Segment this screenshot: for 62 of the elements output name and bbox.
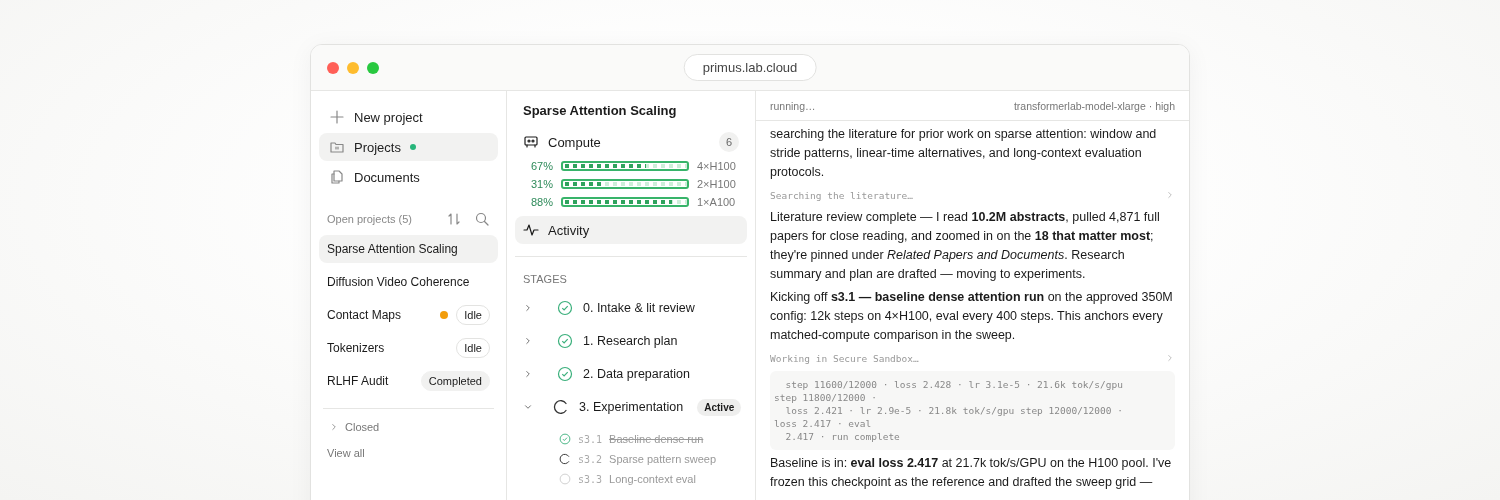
project-item[interactable]: RLHF Audit Completed	[319, 367, 498, 395]
usage-percent: 67%	[529, 160, 553, 172]
stage-item[interactable]: 1. Research plan	[515, 330, 747, 352]
closed-toggle[interactable]: Closed	[319, 415, 498, 439]
status-badge: Active	[697, 398, 742, 416]
section-label: STAGES	[522, 273, 568, 285]
chevron-right-icon	[523, 303, 533, 313]
folder-icon	[329, 139, 345, 155]
maximize-window-button[interactable]	[367, 61, 379, 74]
empty-circle-icon	[559, 473, 571, 485]
chevron-down-icon	[523, 402, 533, 412]
message-text: Literature review complete — I read 10.2M abstracts, pulled 4,871 full papers for close reading, and zoomed in on the 18 that matter most; they're pinned under Related Papers and Documents. Research summary and plan are drafted — moving to experiments.	[770, 209, 1161, 283]
stage-item[interactable]: 2. Data preparation	[515, 363, 747, 385]
chevron-right-icon	[1165, 353, 1175, 363]
project-item[interactable]: Contact Maps Idle	[319, 301, 498, 329]
check-circle-icon	[557, 366, 573, 382]
chevron-right-icon	[329, 422, 339, 432]
minimize-window-button[interactable]	[347, 61, 359, 74]
chevron-right-icon	[1165, 190, 1175, 200]
gpu-label: 1×A100	[697, 196, 737, 208]
model-label: transformerlab-model-xlarge · high	[1013, 99, 1175, 112]
status-badge: Idle	[456, 338, 490, 358]
search-icon	[474, 211, 490, 227]
project-title: Sparse Attention Scaling	[522, 103, 678, 118]
message-text: Kicking off s3.1 — baseline dense attention run on the approved 350M config: 12k steps on 4×H100, eval every 400 steps. This anchors every matched-compute comparison in the sweep.	[770, 289, 1174, 344]
check-circle-icon	[559, 433, 571, 445]
pulse-icon	[523, 222, 539, 238]
chevron-right-icon	[523, 369, 533, 379]
activity-item[interactable]: Activity	[515, 216, 747, 244]
project-item[interactable]: Tokenizers Idle	[319, 334, 498, 362]
section-label: Open projects (5)	[327, 213, 413, 225]
sort-icon	[446, 211, 462, 227]
address-bar[interactable]: primus.lab.cloud	[683, 54, 817, 81]
gpu-icon	[523, 134, 539, 150]
documents-icon	[329, 169, 345, 185]
log-output: step 11600/12000 · loss 2.428 · lr 3.1e-5 · 21.6k tok/s/gpu step 11800/12000 · loss 2.421 · lr 2.9e-5 · 21.8k tok/s/gpu step 12000/12000 · loss 2.417 · eval 2.417 · run complete	[770, 371, 1175, 450]
sidebar-item[interactable]: New project	[319, 103, 498, 131]
status-badge: Idle	[456, 305, 490, 325]
run-status: running…	[770, 99, 816, 112]
message-text: Baseline is in: eval loss 2.417 at 21.7k tok/s/GPU on the H100 pool. I've frozen this checkpoint as the reference and drafted the sweep grid —	[770, 455, 1173, 491]
close-window-button[interactable]	[327, 61, 339, 74]
project-item[interactable]: Sparse Attention Scaling	[319, 235, 498, 263]
view-all-link[interactable]: View all	[319, 447, 498, 459]
message-text: searching the literature for prior work on sparse attention: window and stride patterns, linear-time alternatives, and long-context evaluation protocols.	[770, 126, 1158, 181]
stage-item[interactable]: 0. Intake & lit review	[515, 297, 747, 319]
spinner-icon	[559, 453, 571, 465]
gpu-label: 2×H100	[697, 178, 737, 190]
plus-icon	[329, 109, 345, 125]
spinner-icon	[553, 399, 569, 415]
chevron-right-icon	[523, 336, 533, 346]
stage-item[interactable]: 3. Experimentation Active	[515, 396, 747, 418]
project-item[interactable]: Diffusion Video Coherence	[319, 268, 498, 296]
sidebar-item[interactable]: Documents	[319, 163, 498, 191]
compute-label: Compute	[548, 134, 602, 150]
sidebar-item[interactable]: Projects	[319, 133, 498, 161]
check-circle-icon	[557, 333, 573, 349]
count-badge: 6	[719, 132, 739, 152]
usage-percent: 31%	[529, 178, 553, 190]
usage-percent: 88%	[529, 196, 553, 208]
gpu-label: 4×H100	[697, 160, 737, 172]
check-circle-icon	[557, 300, 573, 316]
status-badge: Completed	[420, 371, 490, 391]
